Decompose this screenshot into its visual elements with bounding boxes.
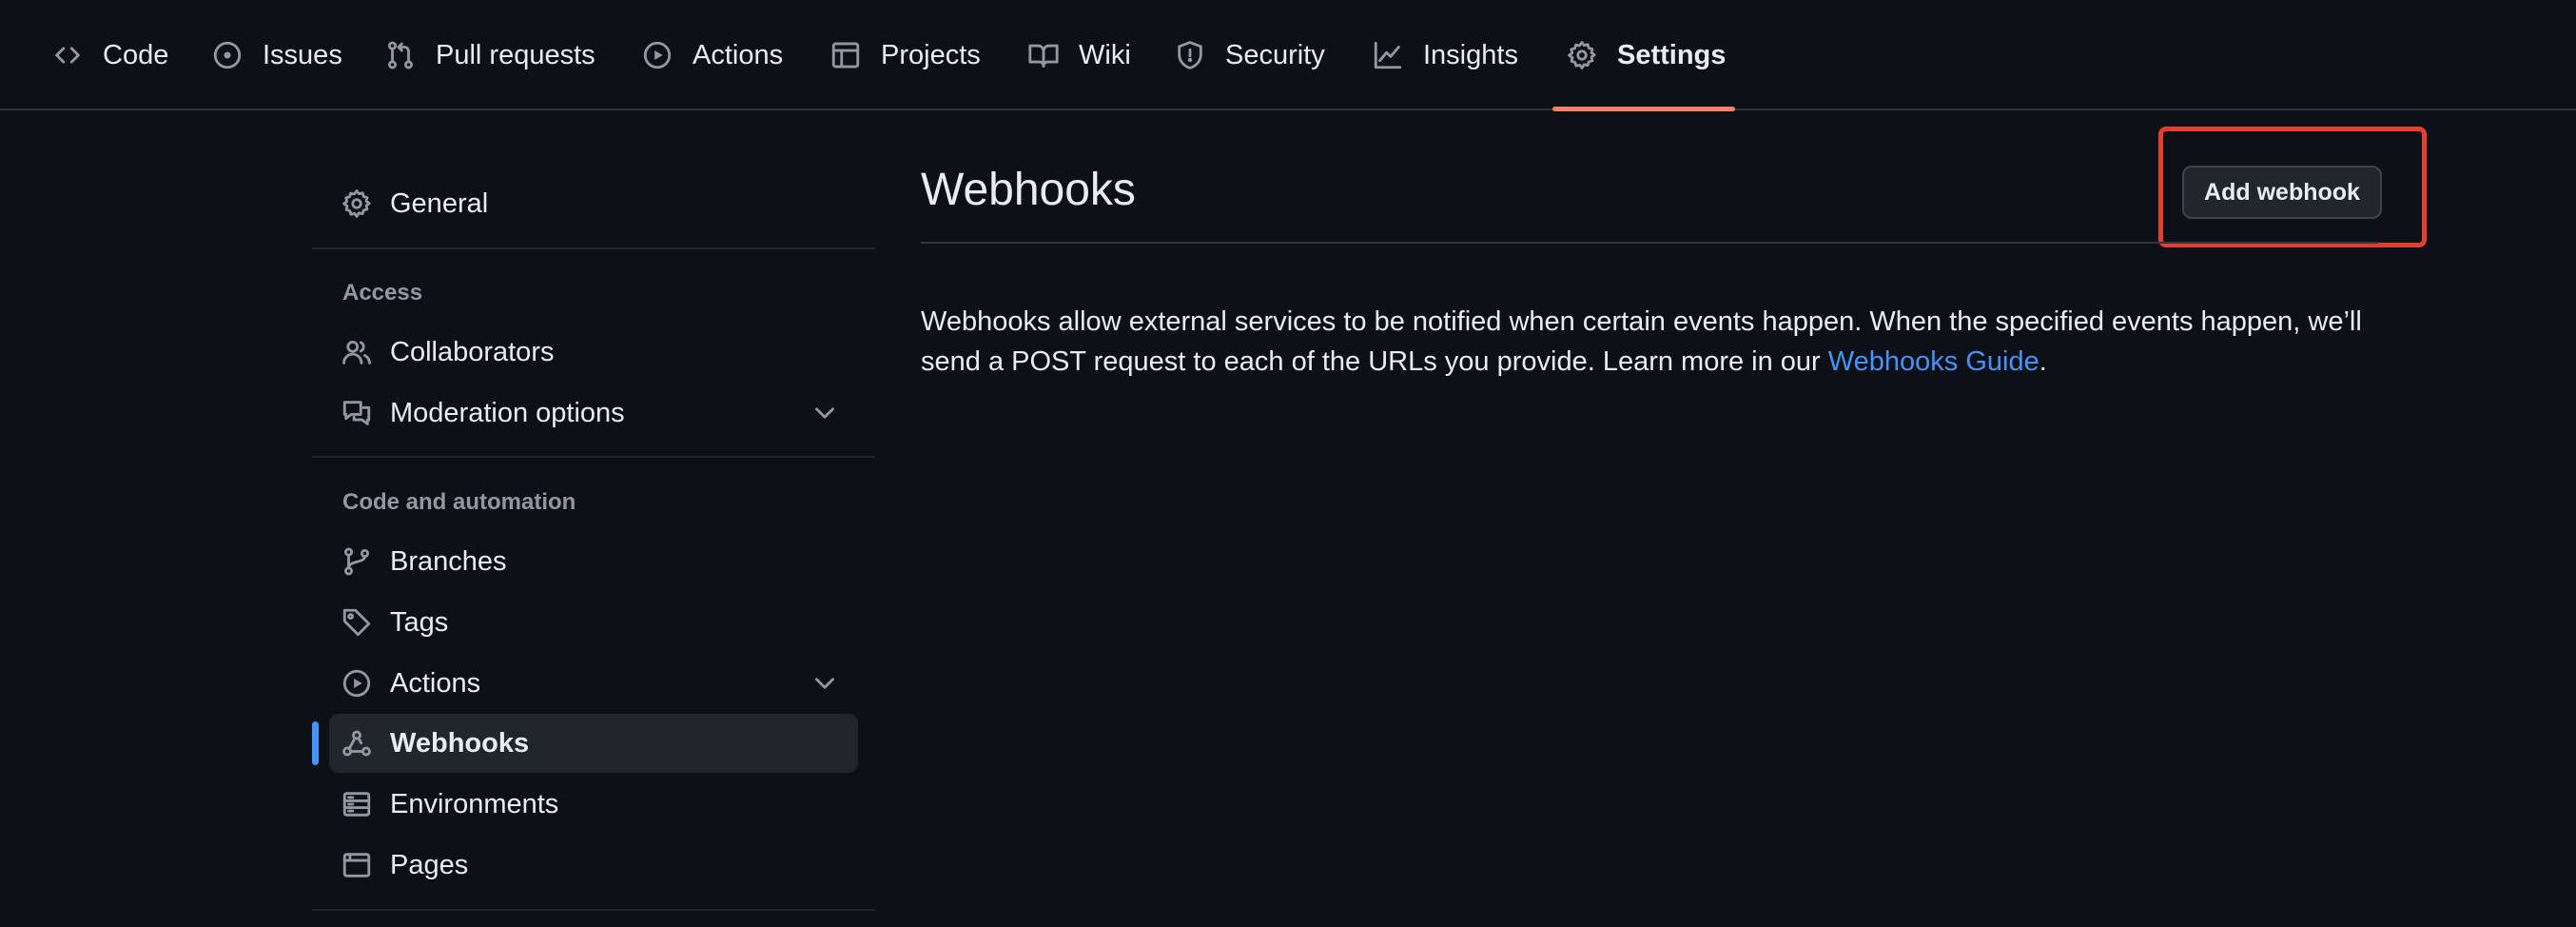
sidebar-item-collaborators[interactable]: Collaborators [329, 323, 858, 382]
sidebar-item-label: Actions [390, 667, 481, 699]
table-icon [829, 39, 862, 71]
annotation-highlight-box [2158, 127, 2427, 247]
tab-settings[interactable]: Settings [1566, 0, 1726, 110]
people-icon [341, 336, 373, 368]
tab-label: Pull requests [436, 39, 595, 70]
gear-icon [1566, 39, 1598, 71]
tab-label: Issues [263, 39, 342, 70]
browser-icon [341, 849, 373, 881]
sidebar-item-label: Tags [390, 606, 449, 638]
tab-code[interactable]: Code [51, 0, 168, 110]
sidebar-item-pages[interactable]: Pages [329, 836, 858, 895]
play-icon [641, 39, 673, 71]
sidebar-item-label: Environments [390, 788, 559, 819]
title-divider [921, 242, 2378, 244]
sidebar-item-environments[interactable]: Environments [329, 775, 858, 834]
graph-icon [1372, 39, 1404, 71]
git-pull-request-icon [384, 39, 417, 71]
active-item-indicator [312, 721, 319, 765]
tab-issues[interactable]: Issues [211, 0, 342, 110]
tab-security[interactable]: Security [1174, 0, 1325, 110]
tab-projects[interactable]: Projects [829, 0, 981, 110]
tab-label: Settings [1617, 39, 1727, 70]
code-icon [51, 39, 84, 71]
tab-label: Projects [881, 39, 981, 70]
description-text: Webhooks allow external services to be n… [921, 306, 2362, 377]
sidebar-item-tags[interactable]: Tags [329, 593, 858, 652]
sidebar-heading-access: Access [342, 280, 423, 306]
sidebar-item-label: Webhooks [390, 727, 530, 759]
sidebar-item-branches[interactable]: Branches [329, 532, 858, 591]
active-tab-underline [1552, 107, 1735, 111]
tab-label: Actions [693, 39, 784, 70]
tab-insights[interactable]: Insights [1372, 0, 1518, 110]
sidebar-heading-code-automation: Code and automation [342, 489, 576, 515]
page-title: Webhooks [921, 165, 1136, 215]
git-branch-icon [341, 545, 373, 578]
sidebar-item-label: Pages [390, 849, 469, 880]
server-icon [341, 788, 373, 820]
sidebar-divider [312, 909, 875, 911]
tab-label: Wiki [1079, 39, 1131, 70]
sidebar-item-label: General [390, 187, 489, 219]
tab-label: Insights [1423, 39, 1518, 70]
shield-icon [1174, 39, 1206, 71]
chevron-down-icon[interactable] [809, 667, 841, 700]
issue-opened-icon [211, 39, 244, 71]
tab-pull-requests[interactable]: Pull requests [384, 0, 595, 110]
sidebar-divider [312, 247, 875, 249]
tag-icon [341, 606, 373, 639]
tab-label: Security [1225, 39, 1325, 70]
webhook-icon [341, 727, 373, 759]
sidebar-divider [312, 456, 875, 458]
comment-discussion-icon [341, 397, 373, 429]
chevron-down-icon[interactable] [809, 397, 841, 429]
sidebar-item-actions[interactable]: Actions [329, 654, 858, 713]
sidebar-item-label: Branches [390, 545, 507, 577]
sidebar-item-moderation-options[interactable]: Moderation options [329, 384, 858, 443]
book-icon [1027, 39, 1060, 71]
webhooks-description: Webhooks allow external services to be n… [921, 302, 2386, 382]
tab-wiki[interactable]: Wiki [1027, 0, 1131, 110]
play-icon [341, 667, 373, 700]
sidebar-item-label: Collaborators [390, 336, 555, 367]
webhooks-guide-link[interactable]: Webhooks Guide [1828, 346, 2039, 377]
sidebar-item-webhooks[interactable]: Webhooks [329, 714, 858, 773]
tab-actions[interactable]: Actions [641, 0, 783, 110]
sidebar-item-label: Moderation options [390, 397, 625, 428]
repo-nav: Code Issues Pull requests Actions Projec… [0, 0, 2576, 111]
description-end: . [2039, 346, 2047, 377]
gear-icon [341, 187, 373, 220]
sidebar-item-general[interactable]: General [329, 174, 858, 233]
tab-label: Code [103, 39, 169, 70]
